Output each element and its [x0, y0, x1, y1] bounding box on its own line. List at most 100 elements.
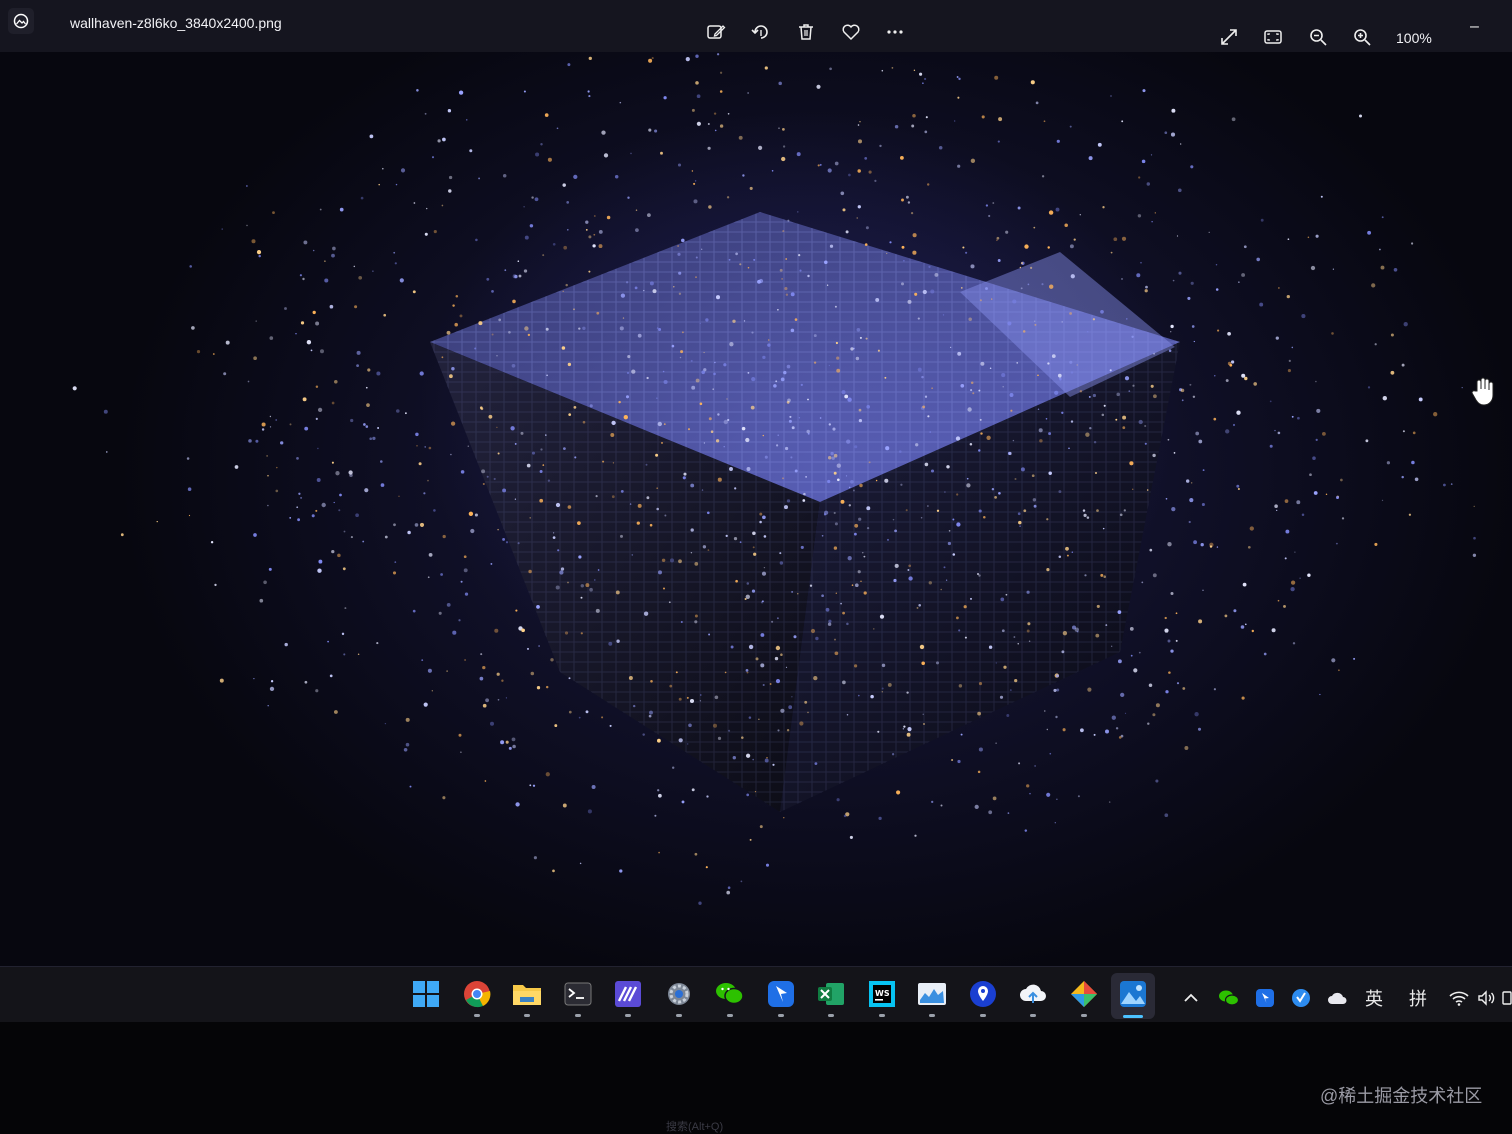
- photos-icon[interactable]: [1117, 978, 1149, 1010]
- particle: [687, 743, 689, 745]
- particle: [813, 361, 817, 364]
- more-icon[interactable]: [880, 17, 910, 47]
- particle-layer: [72, 53, 1477, 905]
- particle: [771, 170, 774, 172]
- particle: [428, 553, 433, 557]
- particle: [1041, 175, 1045, 178]
- particle: [738, 135, 743, 140]
- wifi-icon[interactable]: [1449, 986, 1469, 1010]
- zoom-in-icon[interactable]: [1347, 22, 1377, 52]
- minimize-button[interactable]: –: [1470, 18, 1479, 36]
- particle: [662, 587, 666, 590]
- particle: [482, 703, 487, 708]
- particle: [1047, 362, 1050, 365]
- fit-window-icon[interactable]: [1258, 22, 1288, 52]
- particle: [1056, 688, 1060, 692]
- particle: [791, 426, 795, 430]
- particle: [864, 157, 868, 160]
- particle: [1380, 265, 1385, 270]
- webstorm-icon[interactable]: WS: [866, 978, 898, 1010]
- particle: [1371, 283, 1376, 288]
- cloud-drive-icon[interactable]: [1017, 978, 1049, 1010]
- settings-icon[interactable]: [663, 978, 695, 1010]
- particle: [619, 326, 624, 331]
- lark-icon[interactable]: [765, 978, 797, 1010]
- particle: [1202, 469, 1205, 472]
- rotate-icon[interactable]: [746, 17, 776, 47]
- zoom-level[interactable]: 100%: [1396, 30, 1432, 46]
- particle: [929, 431, 931, 433]
- running-indicator: [828, 1014, 834, 1017]
- zoom-out-icon[interactable]: [1303, 22, 1333, 52]
- wechat-tray-icon[interactable]: [1217, 986, 1241, 1010]
- particle: [1155, 703, 1160, 708]
- particle: [884, 376, 887, 379]
- particle: [815, 636, 819, 641]
- particle: [601, 716, 604, 719]
- favorite-icon[interactable]: [836, 17, 866, 47]
- particle: [741, 426, 746, 431]
- particle: [788, 419, 792, 423]
- particle: [531, 196, 534, 199]
- terminal-icon[interactable]: [562, 978, 594, 1010]
- particle: [1249, 526, 1254, 531]
- visual-studio-icon[interactable]: [612, 978, 644, 1010]
- file-explorer-icon[interactable]: [511, 978, 543, 1010]
- particle: [779, 561, 784, 565]
- ime-mode[interactable]: 拼: [1408, 986, 1428, 1010]
- maps-icon[interactable]: [967, 978, 999, 1010]
- particle: [1122, 415, 1127, 420]
- particle: [643, 289, 645, 292]
- particle: [637, 503, 642, 508]
- particle: [646, 496, 650, 500]
- particle: [994, 496, 997, 499]
- start-icon[interactable]: [410, 978, 442, 1010]
- particle: [954, 120, 956, 122]
- particle: [1080, 728, 1084, 733]
- chrome-icon[interactable]: [461, 978, 493, 1010]
- particle: [690, 483, 695, 488]
- particle: [1152, 713, 1156, 717]
- particle: [762, 434, 764, 437]
- particle: [713, 723, 717, 728]
- vpn-tray-icon[interactable]: [1290, 986, 1312, 1010]
- chevron-up-icon[interactable]: [1182, 986, 1200, 1010]
- volume-icon[interactable]: [1476, 986, 1498, 1010]
- particle: [331, 549, 335, 554]
- fullscreen-icon[interactable]: [1214, 22, 1244, 52]
- particle: [798, 254, 801, 257]
- particle: [1152, 573, 1157, 578]
- particle: [234, 465, 239, 469]
- particle: [433, 509, 436, 512]
- battery-icon[interactable]: [1502, 986, 1512, 1010]
- task-manager-icon[interactable]: [916, 978, 948, 1010]
- particle: [440, 573, 443, 576]
- wechat-icon[interactable]: [714, 978, 746, 1010]
- particle: [974, 804, 979, 810]
- particle: [1215, 264, 1218, 266]
- ime-language[interactable]: 英: [1364, 986, 1384, 1010]
- particle: [1069, 360, 1073, 364]
- particle: [494, 628, 499, 633]
- particle: [1027, 622, 1031, 626]
- particle: [467, 445, 470, 448]
- excel-icon[interactable]: [815, 978, 847, 1010]
- lark-tray-icon[interactable]: [1254, 986, 1276, 1010]
- particle: [956, 76, 959, 78]
- particle: [979, 418, 982, 421]
- particle: [315, 385, 319, 388]
- image-canvas[interactable]: [0, 52, 1512, 966]
- particle: [968, 317, 972, 322]
- particle: [1102, 527, 1105, 530]
- particle: [831, 456, 835, 460]
- particle: [188, 514, 191, 517]
- sketch-app-icon[interactable]: [1068, 978, 1100, 1010]
- edit-icon[interactable]: [701, 17, 731, 47]
- particle: [1012, 439, 1015, 442]
- particle: [828, 423, 831, 426]
- particle: [799, 269, 802, 272]
- onedrive-icon[interactable]: [1326, 986, 1350, 1010]
- particle: [341, 632, 345, 636]
- delete-icon[interactable]: [791, 17, 821, 47]
- particle: [649, 710, 653, 715]
